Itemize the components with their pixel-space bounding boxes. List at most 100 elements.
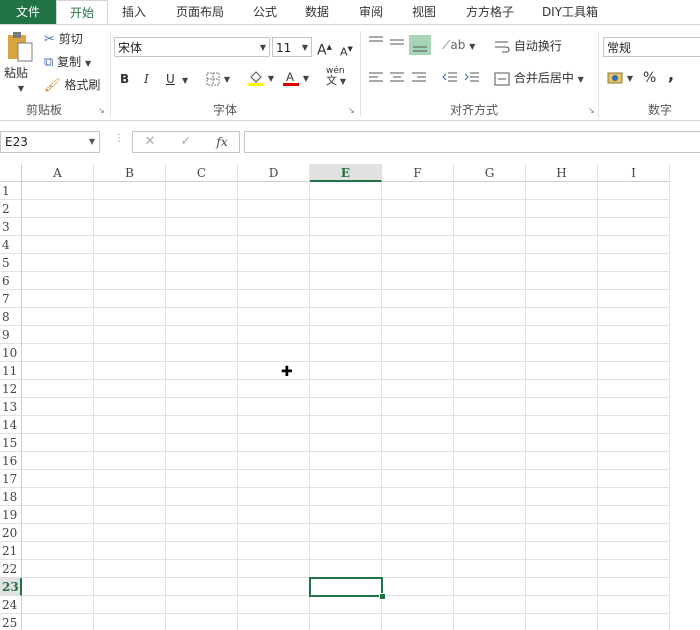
- cell-F9[interactable]: [382, 326, 454, 344]
- cell-D21[interactable]: [238, 542, 310, 560]
- cell-E22[interactable]: [310, 560, 382, 578]
- cell-E18[interactable]: [310, 488, 382, 506]
- cell-D16[interactable]: [238, 452, 310, 470]
- cell-A17[interactable]: [22, 470, 94, 488]
- cell-C21[interactable]: [166, 542, 238, 560]
- cell-A1[interactable]: [22, 182, 94, 200]
- cell-H7[interactable]: [526, 290, 598, 308]
- cell-B6[interactable]: [94, 272, 166, 290]
- tab-file[interactable]: 文件: [0, 0, 56, 24]
- cell-A9[interactable]: [22, 326, 94, 344]
- cell-A22[interactable]: [22, 560, 94, 578]
- row-header-6[interactable]: 6: [0, 272, 22, 290]
- cell-F13[interactable]: [382, 398, 454, 416]
- cell-H8[interactable]: [526, 308, 598, 326]
- cell-H3[interactable]: [526, 218, 598, 236]
- cell-I4[interactable]: [598, 236, 670, 254]
- font-color-button[interactable]: A ▼: [283, 69, 309, 87]
- worksheet-grid[interactable]: A B C D E F G H I 1 2 3 4 5 6 7 8 9 10 11 12 13 14 15 16 17 18 19 20…: [0, 164, 700, 630]
- cell-G7[interactable]: [454, 290, 526, 308]
- cell-G4[interactable]: [454, 236, 526, 254]
- cut-button[interactable]: ✂ 剪切: [44, 31, 83, 48]
- cell-I2[interactable]: [598, 200, 670, 218]
- row-header-12[interactable]: 12: [0, 380, 22, 398]
- cell-H19[interactable]: [526, 506, 598, 524]
- cell-F7[interactable]: [382, 290, 454, 308]
- align-top-icon[interactable]: [368, 35, 384, 49]
- cell-A23[interactable]: [22, 578, 94, 596]
- cell-I25[interactable]: [598, 614, 670, 630]
- cell-C11[interactable]: [166, 362, 238, 380]
- cell-I17[interactable]: [598, 470, 670, 488]
- align-center-icon[interactable]: [389, 71, 405, 85]
- merge-center-button[interactable]: 合并后居中 ▼: [494, 70, 584, 88]
- cell-H25[interactable]: [526, 614, 598, 630]
- cell-H16[interactable]: [526, 452, 598, 470]
- cell-G11[interactable]: [454, 362, 526, 380]
- cell-F10[interactable]: [382, 344, 454, 362]
- cell-E25[interactable]: [310, 614, 382, 630]
- cell-F1[interactable]: [382, 182, 454, 200]
- cell-C7[interactable]: [166, 290, 238, 308]
- tab-data[interactable]: 数据: [297, 0, 337, 24]
- italic-button[interactable]: I: [144, 71, 149, 87]
- format-painter-button[interactable]: 🖌 格式刷: [44, 77, 100, 94]
- cell-I11[interactable]: [598, 362, 670, 380]
- cell-F4[interactable]: [382, 236, 454, 254]
- cell-B13[interactable]: [94, 398, 166, 416]
- cell-C1[interactable]: [166, 182, 238, 200]
- cell-B22[interactable]: [94, 560, 166, 578]
- orientation-button[interactable]: ⟋ab ▼: [442, 37, 475, 55]
- shrink-font-button[interactable]: A▼: [340, 41, 353, 61]
- cell-F17[interactable]: [382, 470, 454, 488]
- cell-E12[interactable]: [310, 380, 382, 398]
- cell-A18[interactable]: [22, 488, 94, 506]
- cell-C24[interactable]: [166, 596, 238, 614]
- percent-button[interactable]: %: [643, 70, 656, 86]
- cell-H17[interactable]: [526, 470, 598, 488]
- cell-D25[interactable]: [238, 614, 310, 630]
- cell-C19[interactable]: [166, 506, 238, 524]
- cell-A7[interactable]: [22, 290, 94, 308]
- increase-indent-icon[interactable]: [464, 71, 480, 85]
- cell-H5[interactable]: [526, 254, 598, 272]
- tab-insert[interactable]: 插入: [112, 0, 156, 24]
- cell-E24[interactable]: [310, 596, 382, 614]
- cell-A5[interactable]: [22, 254, 94, 272]
- row-header-13[interactable]: 13: [0, 398, 22, 416]
- cell-E14[interactable]: [310, 416, 382, 434]
- cell-H4[interactable]: [526, 236, 598, 254]
- align-left-icon[interactable]: [368, 71, 384, 85]
- cell-C5[interactable]: [166, 254, 238, 272]
- cell-I1[interactable]: [598, 182, 670, 200]
- cell-B17[interactable]: [94, 470, 166, 488]
- tab-view[interactable]: 视图: [404, 0, 444, 24]
- column-header-I[interactable]: I: [598, 164, 670, 182]
- cell-G19[interactable]: [454, 506, 526, 524]
- cell-C17[interactable]: [166, 470, 238, 488]
- cell-D7[interactable]: [238, 290, 310, 308]
- cell-E16[interactable]: [310, 452, 382, 470]
- cell-C13[interactable]: [166, 398, 238, 416]
- cell-C6[interactable]: [166, 272, 238, 290]
- cell-G15[interactable]: [454, 434, 526, 452]
- cell-B7[interactable]: [94, 290, 166, 308]
- cell-D19[interactable]: [238, 506, 310, 524]
- cell-B1[interactable]: [94, 182, 166, 200]
- column-header-D[interactable]: D: [238, 164, 310, 182]
- fill-color-button[interactable]: ▼: [248, 69, 274, 87]
- cell-G2[interactable]: [454, 200, 526, 218]
- cell-F6[interactable]: [382, 272, 454, 290]
- column-header-E[interactable]: E: [310, 164, 382, 182]
- cell-G20[interactable]: [454, 524, 526, 542]
- insert-function-icon[interactable]: fx: [207, 132, 237, 152]
- row-header-2[interactable]: 2: [0, 200, 22, 218]
- cell-C20[interactable]: [166, 524, 238, 542]
- cell-E15[interactable]: [310, 434, 382, 452]
- row-header-10[interactable]: 10: [0, 344, 22, 362]
- name-box[interactable]: E23 ▼: [0, 131, 100, 153]
- cell-D12[interactable]: [238, 380, 310, 398]
- cell-C18[interactable]: [166, 488, 238, 506]
- cell-C3[interactable]: [166, 218, 238, 236]
- align-bottom-button[interactable]: [409, 35, 431, 55]
